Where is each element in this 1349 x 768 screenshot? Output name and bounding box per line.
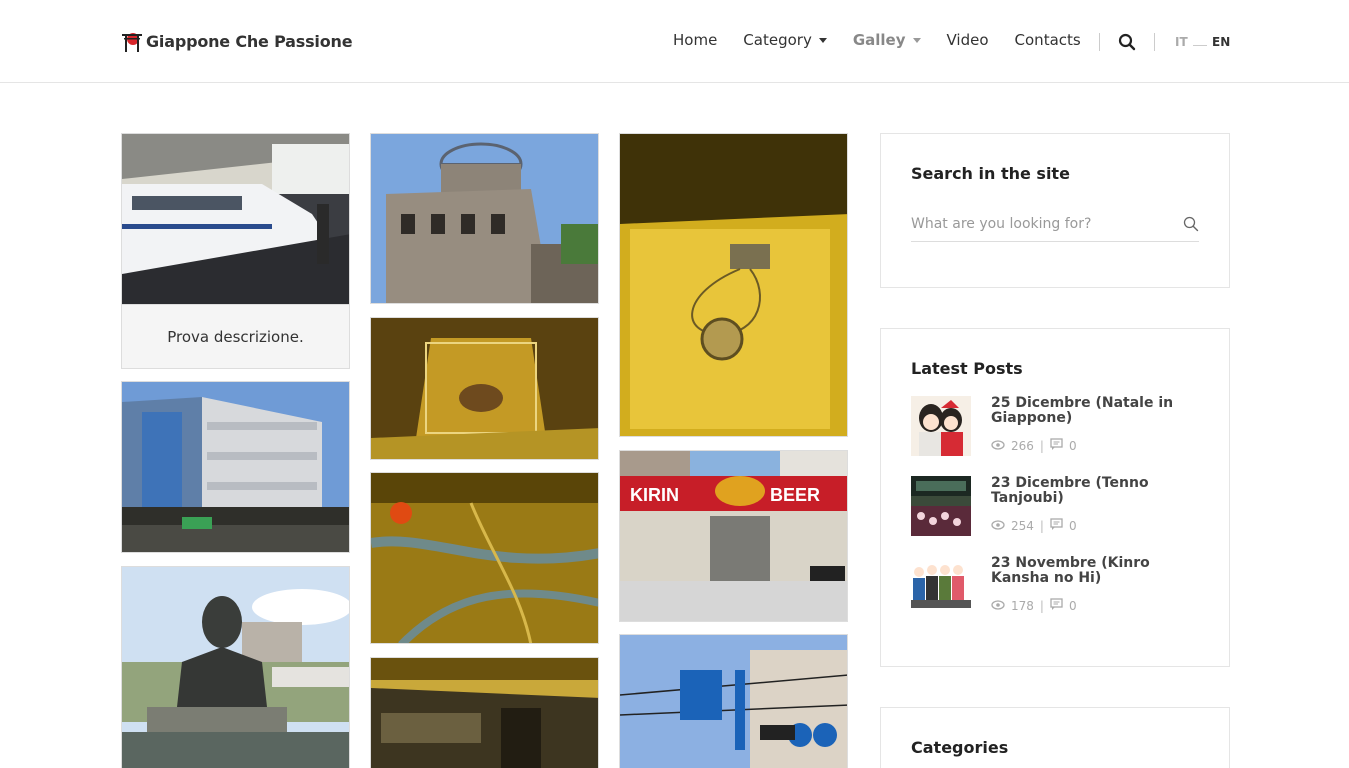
post-meta: 254 | 0 — [991, 518, 1077, 533]
panorama-photo — [371, 658, 598, 768]
post-meta: 178 | 0 — [991, 598, 1077, 613]
gallery-item-signs[interactable] — [619, 634, 848, 768]
chevron-down-icon — [912, 37, 921, 43]
eye-icon — [991, 439, 1005, 453]
search-widget-title: Search in the site — [911, 164, 1070, 183]
statue-photo — [122, 567, 349, 768]
post-thumbnail[interactable] — [911, 556, 971, 616]
gallery-item-dome[interactable] — [370, 133, 599, 304]
search-input[interactable] — [911, 212, 1171, 236]
comment-icon — [1050, 518, 1063, 533]
gallery-item-statue[interactable] — [121, 566, 350, 768]
site-header: Giappone Che Passione Home Category Gall… — [0, 0, 1349, 83]
post-item: 23 Dicembre (Tenno Tanjoubi) 254 | 0 — [911, 476, 1211, 538]
main-nav: Home Category Galley Video Contacts — [673, 31, 1107, 49]
shinkansen-photo — [122, 134, 349, 305]
nav-divider — [1099, 33, 1100, 51]
post-views: 178 — [1011, 598, 1034, 613]
post-thumbnail[interactable] — [911, 476, 971, 536]
svg-text:BEER: BEER — [770, 485, 820, 505]
site-title: Giappone Che Passione — [146, 31, 353, 51]
nav-video[interactable]: Video — [947, 31, 989, 49]
gallery-item-watch[interactable] — [619, 133, 848, 437]
post-item: 25 Dicembre (Natale in Giappone) 266 | 0 — [911, 396, 1211, 458]
genbaku-dome-photo — [371, 134, 598, 303]
eye-icon — [991, 519, 1005, 533]
post-title[interactable]: 23 Dicembre (Tenno Tanjoubi) — [991, 476, 1191, 506]
search-icon[interactable] — [1118, 33, 1136, 51]
post-item: 23 Novembre (Kinro Kansha no Hi) 178 | 0 — [911, 556, 1211, 618]
categories-widget: Categories — [880, 707, 1230, 768]
nav-gallery-label: Galley — [852, 31, 906, 49]
nav-contacts[interactable]: Contacts — [1015, 31, 1081, 49]
pocket-watch-photo — [620, 134, 847, 436]
post-comments: 0 — [1068, 598, 1077, 613]
post-comments: 0 — [1068, 518, 1077, 533]
post-views: 266 — [1011, 438, 1034, 453]
meta-separator: | — [1039, 598, 1044, 613]
site-brand[interactable]: Giappone Che Passione — [120, 29, 353, 53]
street-signs-photo — [620, 635, 847, 768]
nav-divider — [1154, 33, 1155, 51]
department-store-photo — [122, 382, 349, 552]
torii-logo-icon — [120, 29, 144, 53]
meta-separator: | — [1039, 438, 1044, 453]
latest-posts-widget: Latest Posts 25 Dicembre (Natale in Giap… — [880, 328, 1230, 667]
museum-artifact-photo — [371, 318, 598, 459]
eye-icon — [991, 599, 1005, 613]
post-title[interactable]: 25 Dicembre (Natale in Giappone) — [991, 396, 1191, 426]
latest-posts-title: Latest Posts — [911, 359, 1023, 378]
chevron-down-icon — [818, 37, 827, 43]
nav-category-label: Category — [743, 31, 812, 49]
nav-gallery[interactable]: Galley — [853, 31, 921, 49]
lang-it[interactable]: IT — [1175, 35, 1188, 49]
search-icon[interactable] — [1183, 216, 1199, 232]
categories-title: Categories — [911, 738, 1009, 757]
gallery-item-city-model[interactable] — [370, 472, 599, 644]
gallery-item-building[interactable] — [121, 381, 350, 553]
gallery-caption: Prova descrizione. — [122, 304, 349, 368]
gallery-item-artifact[interactable] — [370, 317, 599, 460]
svg-text:KIRIN: KIRIN — [630, 485, 679, 505]
meta-separator: | — [1039, 518, 1044, 533]
search-field — [911, 206, 1199, 242]
nav-home[interactable]: Home — [673, 31, 717, 49]
city-model-photo — [371, 473, 598, 643]
lang-en[interactable]: EN — [1212, 35, 1230, 49]
post-thumbnail[interactable] — [911, 396, 971, 456]
post-comments: 0 — [1068, 438, 1077, 453]
post-meta: 266 | 0 — [991, 438, 1077, 453]
search-widget: Search in the site — [880, 133, 1230, 288]
comment-icon — [1050, 598, 1063, 613]
gallery-item-kirin[interactable]: KIRIN BEER — [619, 450, 848, 622]
gallery-item-shinkansen[interactable]: Prova descrizione. — [121, 133, 350, 369]
kirin-beer-street-photo: KIRIN BEER — [620, 451, 847, 621]
post-views: 254 — [1011, 518, 1034, 533]
lang-divider — [1193, 45, 1207, 46]
nav-category[interactable]: Category — [743, 31, 827, 49]
comment-icon — [1050, 438, 1063, 453]
post-title[interactable]: 23 Novembre (Kinro Kansha no Hi) — [991, 556, 1191, 586]
gallery-item-panorama[interactable] — [370, 657, 599, 768]
